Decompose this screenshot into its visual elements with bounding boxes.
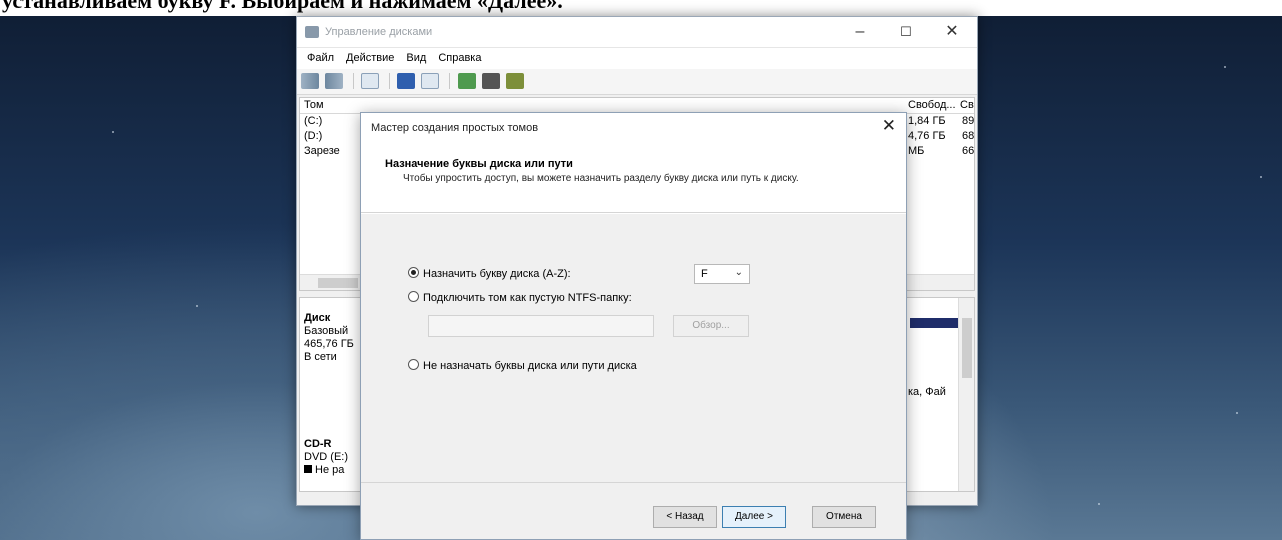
new-simple-volume-wizard: Мастер создания простых томов ✕ Назначен… [360,112,907,540]
maximize-button[interactable]: ☐ [883,21,929,43]
menu-action[interactable]: Действие [340,48,400,68]
menu-view[interactable]: Вид [400,48,432,68]
disk0-info[interactable]: Диск Базовый 465,76 ГБ В сети [304,312,354,364]
wizard-heading: Назначение буквы диска или пути [385,158,573,170]
disk0-size: 465,76 ГБ [304,338,354,350]
folder-path-input[interactable] [428,315,654,337]
toolbar-separator [353,73,355,89]
drive-letter-select[interactable]: F ⌄ [694,264,750,284]
wizard-close-button[interactable]: ✕ [882,116,896,136]
volume-name: (C:) [304,115,323,127]
back-arrow-icon[interactable] [301,73,319,89]
option-assign-letter[interactable]: Назначить букву диска (A-Z): [408,267,571,280]
legend-unallocated: Не ра [304,464,348,477]
radio-no-letter[interactable] [408,359,419,370]
volume-free: 1,84 ГБ [908,115,946,127]
volume-pct: 66 [962,145,975,157]
disk0-status: В сети [304,351,337,363]
scrollbar-thumb[interactable] [962,318,972,378]
article-caption: устанавливаем букву F. Выбираем и нажима… [0,0,1282,16]
option-no-letter[interactable]: Не назначать буквы диска или пути диска [408,359,637,372]
caption-text: устанавливаем букву F. Выбираем и нажима… [2,0,563,13]
disk-properties-icon[interactable] [505,73,524,89]
titlebar[interactable]: Управление дисками – ☐ ✕ [297,17,977,47]
menubar: Файл Действие Вид Справка [297,47,977,69]
option-no-letter-label: Не назначать буквы диска или пути диска [423,360,637,372]
partition-fs: ка, Фай [908,386,946,398]
legend-label: Не ра [315,464,345,476]
star [1224,66,1226,68]
wizard-body: Назначить букву диска (A-Z): F ⌄ Подключ… [361,214,906,484]
menu-help[interactable]: Справка [432,48,487,68]
star [1098,503,1100,505]
disk-management-icon [305,26,319,38]
cdrom-info[interactable]: CD-R DVD (E:) Не ра [304,438,348,477]
star [112,131,114,133]
radio-mount-folder[interactable] [408,291,419,302]
partition-bar [910,318,958,328]
option-mount-folder[interactable]: Подключить том как пустую NTFS-папку: [408,291,632,304]
window-title: Управление дисками [325,26,433,38]
toolbar-separator [449,73,451,89]
volume-free: 4,76 ГБ [908,130,946,142]
scrollbar-thumb[interactable] [318,278,358,288]
volume-name: (D:) [304,130,323,142]
disk0-name: Диск [304,312,331,324]
radio-assign-letter[interactable] [408,267,419,278]
wizard-description: Чтобы упростить доступ, вы можете назнач… [403,173,799,184]
option-assign-letter-label: Назначить букву диска (A-Z): [423,268,571,280]
star [196,305,198,307]
toolbar-separator [389,73,391,89]
vertical-scrollbar[interactable] [958,298,974,491]
cancel-button[interactable]: Отмена [812,506,876,528]
column-volume[interactable]: Том [304,99,324,111]
disk0-type: Базовый [304,325,349,337]
column-pct[interactable]: Св [960,99,974,111]
legend-swatch-icon [304,465,312,473]
option-mount-folder-label: Подключить том как пустую NTFS-папку: [423,292,632,304]
volume-name: Зарезе [304,145,340,157]
rescan-icon[interactable] [481,73,500,89]
cdrom-drive: DVD (E:) [304,451,348,463]
close-button[interactable]: ✕ [929,21,975,43]
properties-icon[interactable] [421,73,440,89]
next-button[interactable]: Далее > [722,506,786,528]
wizard-title: Мастер создания простых томов [371,122,539,134]
volume-pct: 89 [962,115,975,127]
menu-file[interactable]: Файл [301,48,340,68]
volume-pct: 68 [962,130,975,142]
cdrom-name: CD-R [304,438,332,450]
refresh-icon[interactable] [457,73,476,89]
help-icon[interactable] [397,73,416,89]
minimize-button[interactable]: – [837,21,883,43]
column-free[interactable]: Свобод... [908,99,956,111]
console-tree-icon[interactable] [361,73,380,89]
back-button[interactable]: < Назад [653,506,717,528]
browse-button[interactable]: Обзор... [673,315,749,337]
forward-arrow-icon[interactable] [325,73,344,89]
chevron-down-icon: ⌄ [734,267,743,278]
star [1260,176,1262,178]
volume-free: МБ [908,145,925,157]
toolbar [297,69,977,95]
wizard-header: Назначение буквы диска или пути Чтобы уп… [361,143,906,213]
drive-letter-value: F [701,268,708,280]
star [1236,412,1238,414]
wizard-footer: < Назад Далее > Отмена [361,482,906,539]
